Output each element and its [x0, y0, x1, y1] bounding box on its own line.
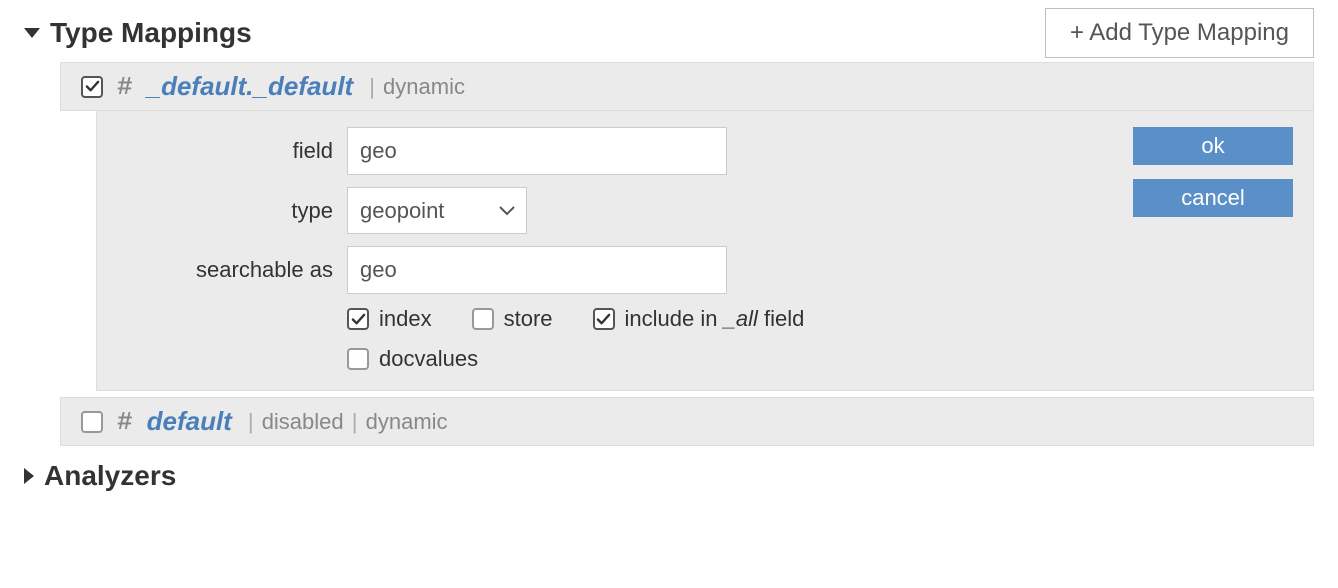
searchable-as-input[interactable] [347, 246, 727, 294]
mapping-form: field type geopoint searchable as [96, 111, 1314, 391]
add-type-mapping-button[interactable]: + Add Type Mapping [1045, 8, 1314, 58]
mapping-meta: | dynamic [367, 74, 465, 100]
check-icon [351, 312, 366, 327]
analyzers-header[interactable]: Analyzers [24, 454, 1314, 498]
store-label: store [504, 306, 553, 332]
store-checkbox[interactable] [472, 308, 494, 330]
index-checkbox[interactable] [347, 308, 369, 330]
docvalues-label: docvalues [379, 346, 478, 372]
include-in-all-checkbox[interactable] [593, 308, 615, 330]
index-label: index [379, 306, 432, 332]
mapping-meta: | disabled | dynamic [246, 409, 448, 435]
cancel-button[interactable]: cancel [1133, 179, 1293, 217]
check-icon [85, 79, 100, 94]
mapping-name: _default._default [147, 71, 354, 102]
ok-button[interactable]: ok [1133, 127, 1293, 165]
hash-icon: # [117, 407, 133, 437]
hash-icon: # [117, 72, 133, 102]
field-input[interactable] [347, 127, 727, 175]
mapping-name: default [147, 406, 232, 437]
mapping-enable-checkbox[interactable] [81, 76, 103, 98]
check-icon [596, 312, 611, 327]
chevron-down-icon [24, 28, 40, 38]
mapping-enable-checkbox[interactable] [81, 411, 103, 433]
type-label: type [117, 198, 347, 224]
analyzers-title: Analyzers [44, 460, 176, 492]
type-select[interactable]: geopoint [347, 187, 527, 234]
type-mappings-header[interactable]: Type Mappings [24, 11, 252, 55]
field-label: field [117, 138, 347, 164]
searchable-as-label: searchable as [117, 257, 347, 283]
mapping-header-default-default[interactable]: # _default._default | dynamic [60, 62, 1314, 111]
mapping-header-default[interactable]: # default | disabled | dynamic [60, 397, 1314, 446]
chevron-right-icon [24, 468, 34, 484]
include-in-all-label: include in _all field [625, 306, 805, 332]
type-mappings-title: Type Mappings [50, 17, 252, 49]
docvalues-checkbox[interactable] [347, 348, 369, 370]
